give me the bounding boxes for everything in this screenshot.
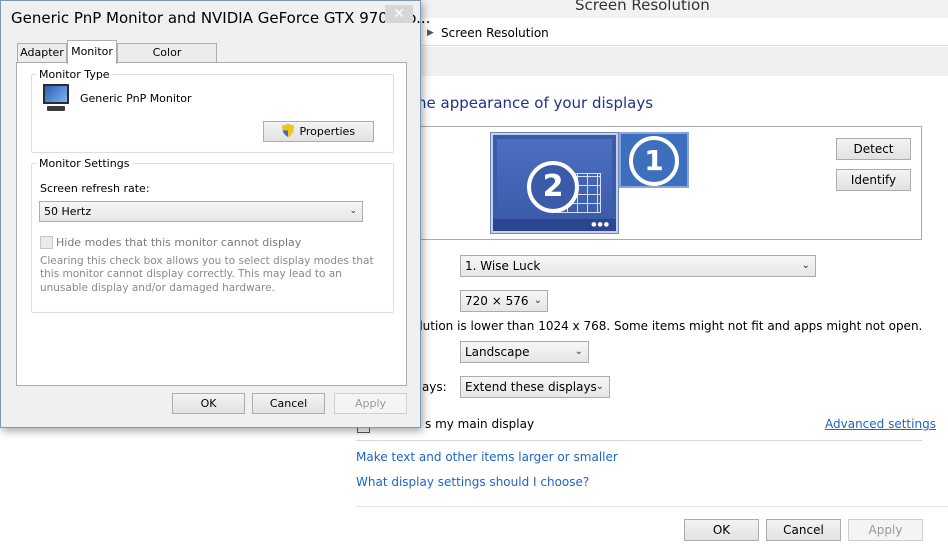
resolution-warning: olution is lower than 1024 x 768. Some i… [412, 319, 923, 333]
tab-adapter[interactable]: Adapter [17, 43, 67, 63]
monitor-name: Generic PnP Monitor [80, 92, 192, 105]
orientation-select[interactable]: Landscape ⌄ [460, 341, 589, 363]
divider [356, 506, 948, 507]
chevron-down-icon: ⌄ [349, 206, 357, 216]
monitor-2-number: 2 [527, 161, 579, 213]
apply-button[interactable]: Apply [848, 519, 923, 541]
monitor-settings-group-label: Monitor Settings [36, 157, 133, 170]
monitor-icon [41, 83, 71, 115]
orientation-select-value: Landscape [465, 345, 530, 359]
chevron-right-icon: ▶ [427, 28, 434, 38]
divider [356, 440, 922, 441]
breadcrumb-screen-resolution[interactable]: Screen Resolution [441, 26, 549, 40]
dialog-cancel-button[interactable]: Cancel [252, 393, 325, 414]
monitor-type-group-label: Monitor Type [36, 68, 113, 81]
dialog-apply-button[interactable]: Apply [334, 393, 407, 414]
tab-color-management[interactable]: Color Management [117, 43, 217, 77]
chevron-down-icon: ⌄ [533, 295, 542, 306]
display-settings-help-link[interactable]: What display settings should I choose? [356, 475, 589, 489]
hide-modes-label: Hide modes that this monitor cannot disp… [56, 236, 302, 249]
tab-monitor[interactable]: Monitor [67, 40, 117, 64]
advanced-settings-link[interactable]: Advanced settings [825, 417, 936, 431]
cancel-button[interactable]: Cancel [766, 519, 841, 541]
dialog-titlebar[interactable]: Generic PnP Monitor and NVIDIA GeForce G… [1, 1, 430, 33]
taskbar-dots-icon: ●●● [591, 221, 610, 228]
refresh-rate-label: Screen refresh rate: [40, 182, 150, 195]
dialog-ok-button[interactable]: OK [172, 393, 245, 414]
address-bar[interactable]: ▶ Screen Resolution [410, 24, 948, 46]
multiple-displays-select[interactable]: Extend these displays ⌄ [460, 376, 610, 398]
hide-modes-checkbox[interactable] [40, 236, 53, 249]
refresh-rate-value: 50 Hertz [44, 205, 92, 218]
page-heading: ne appearance of your displays [417, 94, 654, 112]
refresh-rate-select[interactable]: 50 Hertz ⌄ [39, 201, 363, 222]
text-size-link[interactable]: Make text and other items larger or smal… [356, 450, 618, 464]
shield-icon [281, 124, 294, 137]
monitor-1-preview[interactable]: 1 [619, 132, 689, 188]
chevron-down-icon: ⌄ [801, 260, 810, 271]
toolbar-band [410, 47, 948, 76]
window-title: Screen Resolution [575, 0, 710, 14]
ok-button[interactable]: OK [684, 519, 759, 541]
hide-modes-description: Clearing this check box allows you to se… [40, 255, 374, 294]
identify-button[interactable]: Identify [836, 169, 911, 191]
resolution-select[interactable]: 720 × 576 ⌄ [460, 290, 548, 312]
chevron-down-icon: ⌄ [574, 346, 583, 357]
main-display-label: s my main display [425, 417, 535, 431]
properties-button[interactable]: Properties [263, 121, 374, 142]
properties-button-label: Properties [299, 125, 356, 138]
chevron-down-icon: ⌄ [595, 381, 604, 392]
monitor-1-number: 1 [629, 136, 679, 186]
display-select[interactable]: 1. Wise Luck ⌄ [460, 255, 816, 277]
resolution-select-value: 720 × 576 [465, 294, 529, 308]
dialog-title: Generic PnP Monitor and NVIDIA GeForce G… [11, 9, 431, 27]
close-icon[interactable]: ✕ [385, 5, 413, 23]
monitor-properties-dialog: Generic PnP Monitor and NVIDIA GeForce G… [0, 0, 430, 428]
detect-button[interactable]: Detect [836, 138, 911, 160]
multiple-displays-select-value: Extend these displays [465, 380, 597, 394]
display-select-value: 1. Wise Luck [465, 259, 541, 273]
monitor-2-preview[interactable]: 2 ●●● [491, 133, 618, 233]
